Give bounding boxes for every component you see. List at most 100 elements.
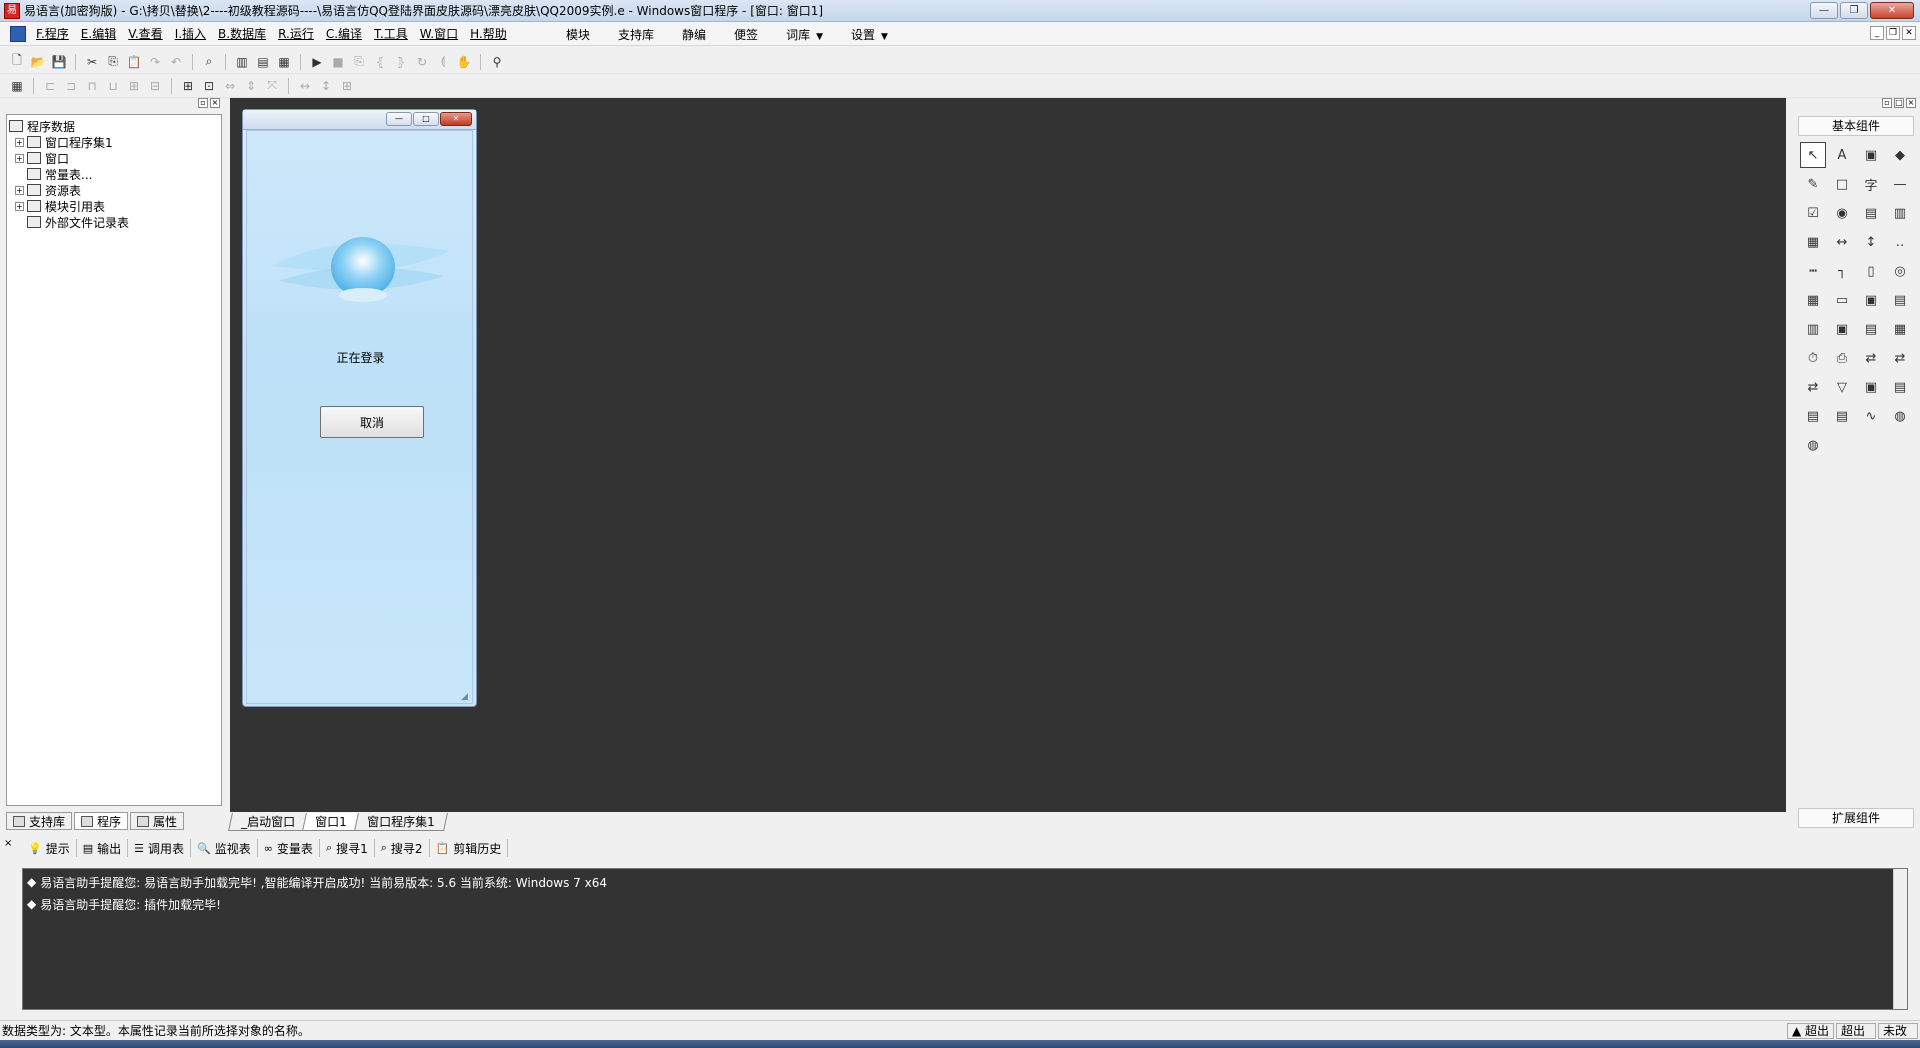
expand-icon[interactable]: + (15, 201, 24, 211)
same-size-icon[interactable]: ⤧ (263, 77, 281, 95)
expand-icon[interactable]: + (15, 185, 24, 195)
mdi-close-button[interactable]: ✕ (1902, 26, 1916, 40)
component-tool-icon[interactable]: ☑ (1800, 200, 1826, 226)
pointer-tool-icon[interactable]: ↖ (1800, 142, 1826, 168)
component-tool-icon[interactable]: ▣ (1829, 316, 1855, 342)
menu-edit[interactable]: E.编辑 (75, 25, 122, 42)
component-tool-icon[interactable]: ▥ (1887, 200, 1913, 226)
step-out-icon[interactable]: ↻ (413, 53, 431, 71)
stop-icon[interactable]: ■ (329, 53, 347, 71)
center-horizontal-icon[interactable]: ⊞ (179, 77, 197, 95)
cancel-button[interactable]: 取消 (320, 406, 424, 438)
layout-1-icon[interactable]: ▥ (233, 53, 251, 71)
cut-icon[interactable]: ✂ (83, 53, 101, 71)
design-form-window[interactable]: — □ ✕ 正在登录 取消 ◢ (242, 109, 477, 707)
maximize-icon[interactable]: □ (1894, 98, 1904, 108)
space-horizontal-icon[interactable]: ↔ (296, 77, 314, 95)
component-tool-icon[interactable]: ⏱ (1800, 345, 1826, 371)
menu-support-lib[interactable]: 支持库 (604, 26, 668, 43)
align-left-icon[interactable]: ⊏ (41, 77, 59, 95)
align-middle-icon[interactable]: ⊟ (146, 77, 164, 95)
menu-program[interactable]: F.程序 (30, 25, 75, 42)
step-into-icon[interactable]: ⦃ (371, 53, 389, 71)
component-tool-icon[interactable]: ↔ (1829, 229, 1855, 255)
menu-compile[interactable]: C.编译 (320, 25, 368, 42)
menu-settings[interactable]: 设置 ▼ (837, 26, 902, 43)
basic-components-title[interactable]: 基本组件 (1798, 116, 1914, 136)
resize-grip-icon[interactable]: ◢ (461, 692, 471, 702)
component-tool-icon[interactable]: ▭ (1829, 287, 1855, 313)
find-icon[interactable]: ⌕ (200, 53, 218, 71)
component-tool-icon[interactable]: ◆ (1887, 142, 1913, 168)
vertical-scrollbar[interactable] (1893, 869, 1907, 1009)
menu-module[interactable]: 模块 (552, 26, 604, 43)
tab-properties[interactable]: 属性 (130, 812, 185, 830)
component-tool-icon[interactable]: ▤ (1887, 287, 1913, 313)
component-tool-icon[interactable]: ▤ (1829, 403, 1855, 429)
grid-icon[interactable]: ▦ (8, 77, 26, 95)
space-vertical-icon[interactable]: ↕ (317, 77, 335, 95)
mdi-minimize-button[interactable]: _ (1870, 26, 1884, 40)
component-tool-icon[interactable]: ⇄ (1887, 345, 1913, 371)
chevron-down-icon[interactable]: ▼ (816, 32, 823, 42)
tab-clip-history[interactable]: 📋 剪辑历史 (430, 839, 509, 857)
component-tool-icon[interactable]: A (1829, 142, 1855, 168)
tree-item-program-data[interactable]: 程序数据 (9, 118, 219, 134)
component-tool-icon[interactable]: ▤ (1887, 374, 1913, 400)
menu-view[interactable]: V.查看 (122, 25, 168, 42)
component-tool-icon[interactable]: ▽ (1829, 374, 1855, 400)
component-tool-icon[interactable]: ◍ (1800, 432, 1826, 458)
expand-icon[interactable]: + (15, 137, 24, 147)
mdi-restore-button[interactable]: ❐ (1886, 26, 1900, 40)
menu-insert[interactable]: I.插入 (169, 25, 212, 42)
component-tool-icon[interactable]: ↕ (1858, 229, 1884, 255)
document-icon[interactable] (10, 25, 26, 42)
component-tool-icon[interactable]: ▦ (1887, 316, 1913, 342)
tree-item-resources[interactable]: + 资源表 (9, 182, 219, 198)
component-tool-icon[interactable]: ▣ (1858, 142, 1884, 168)
component-tool-icon[interactable]: ⇄ (1800, 374, 1826, 400)
component-tool-icon[interactable]: ◉ (1829, 200, 1855, 226)
taskbar[interactable] (0, 1040, 1920, 1048)
component-tool-icon[interactable]: □ (1829, 171, 1855, 197)
align-top-icon[interactable]: ⊓ (83, 77, 101, 95)
hand-icon[interactable]: ✋ (455, 53, 473, 71)
step-over-icon[interactable]: ⦄ (392, 53, 410, 71)
layout-3-icon[interactable]: ▦ (275, 53, 293, 71)
tree-item-module-refs[interactable]: + 模块引用表 (9, 198, 219, 214)
align-right-icon[interactable]: ⊐ (62, 77, 80, 95)
component-tool-icon[interactable]: ◍ (1887, 403, 1913, 429)
tree-item-module[interactable]: + 窗口程序集1 (9, 134, 219, 150)
redo-icon[interactable]: ↷ (146, 53, 164, 71)
tab-window1[interactable]: 窗口1 (302, 813, 360, 831)
component-tool-icon[interactable]: ✎ (1800, 171, 1826, 197)
output-log[interactable]: ◆ 易语言助手提醒您: 易语言助手加载完毕! ,智能编译开启成功! 当前易版本: … (22, 868, 1908, 1010)
tab-watch[interactable]: 🔍 监视表 (191, 839, 258, 857)
component-tool-icon[interactable]: ▤ (1858, 316, 1884, 342)
tab-search2[interactable]: ⌕ 搜寻2 (375, 839, 430, 857)
tab-startup-window[interactable]: _启动窗口 (228, 813, 308, 831)
save-icon[interactable]: 💾 (50, 53, 68, 71)
open-folder-icon[interactable]: 📂 (29, 53, 47, 71)
center-vertical-icon[interactable]: ⊡ (200, 77, 218, 95)
same-height-icon[interactable]: ⇕ (242, 77, 260, 95)
run-icon[interactable]: ▶ (308, 53, 326, 71)
component-tool-icon[interactable]: ▯ (1858, 258, 1884, 284)
close-icon[interactable]: × (1906, 98, 1916, 108)
tree-item-window[interactable]: + 窗口 (9, 150, 219, 166)
menu-static-compile[interactable]: 静编 (668, 26, 720, 43)
menu-tools[interactable]: T.工具 (368, 25, 414, 42)
component-tool-icon[interactable]: ⇄ (1858, 345, 1884, 371)
component-tool-icon[interactable]: ┐ (1829, 258, 1855, 284)
close-icon[interactable]: × (4, 838, 12, 849)
undo-icon[interactable]: ↶ (167, 53, 185, 71)
menu-window[interactable]: W.窗口 (414, 25, 464, 42)
menu-run[interactable]: R.运行 (272, 25, 320, 42)
form-body[interactable]: 正在登录 取消 ◢ (246, 130, 473, 704)
menu-notes[interactable]: 便签 (720, 26, 772, 43)
component-tool-icon[interactable]: ┅ (1800, 258, 1826, 284)
tab-search1[interactable]: ⌕ 搜寻1 (320, 839, 375, 857)
expand-icon[interactable]: + (15, 153, 24, 163)
tab-output[interactable]: ▤ 输出 (77, 839, 129, 857)
tab-support-lib[interactable]: 支持库 (6, 812, 73, 830)
